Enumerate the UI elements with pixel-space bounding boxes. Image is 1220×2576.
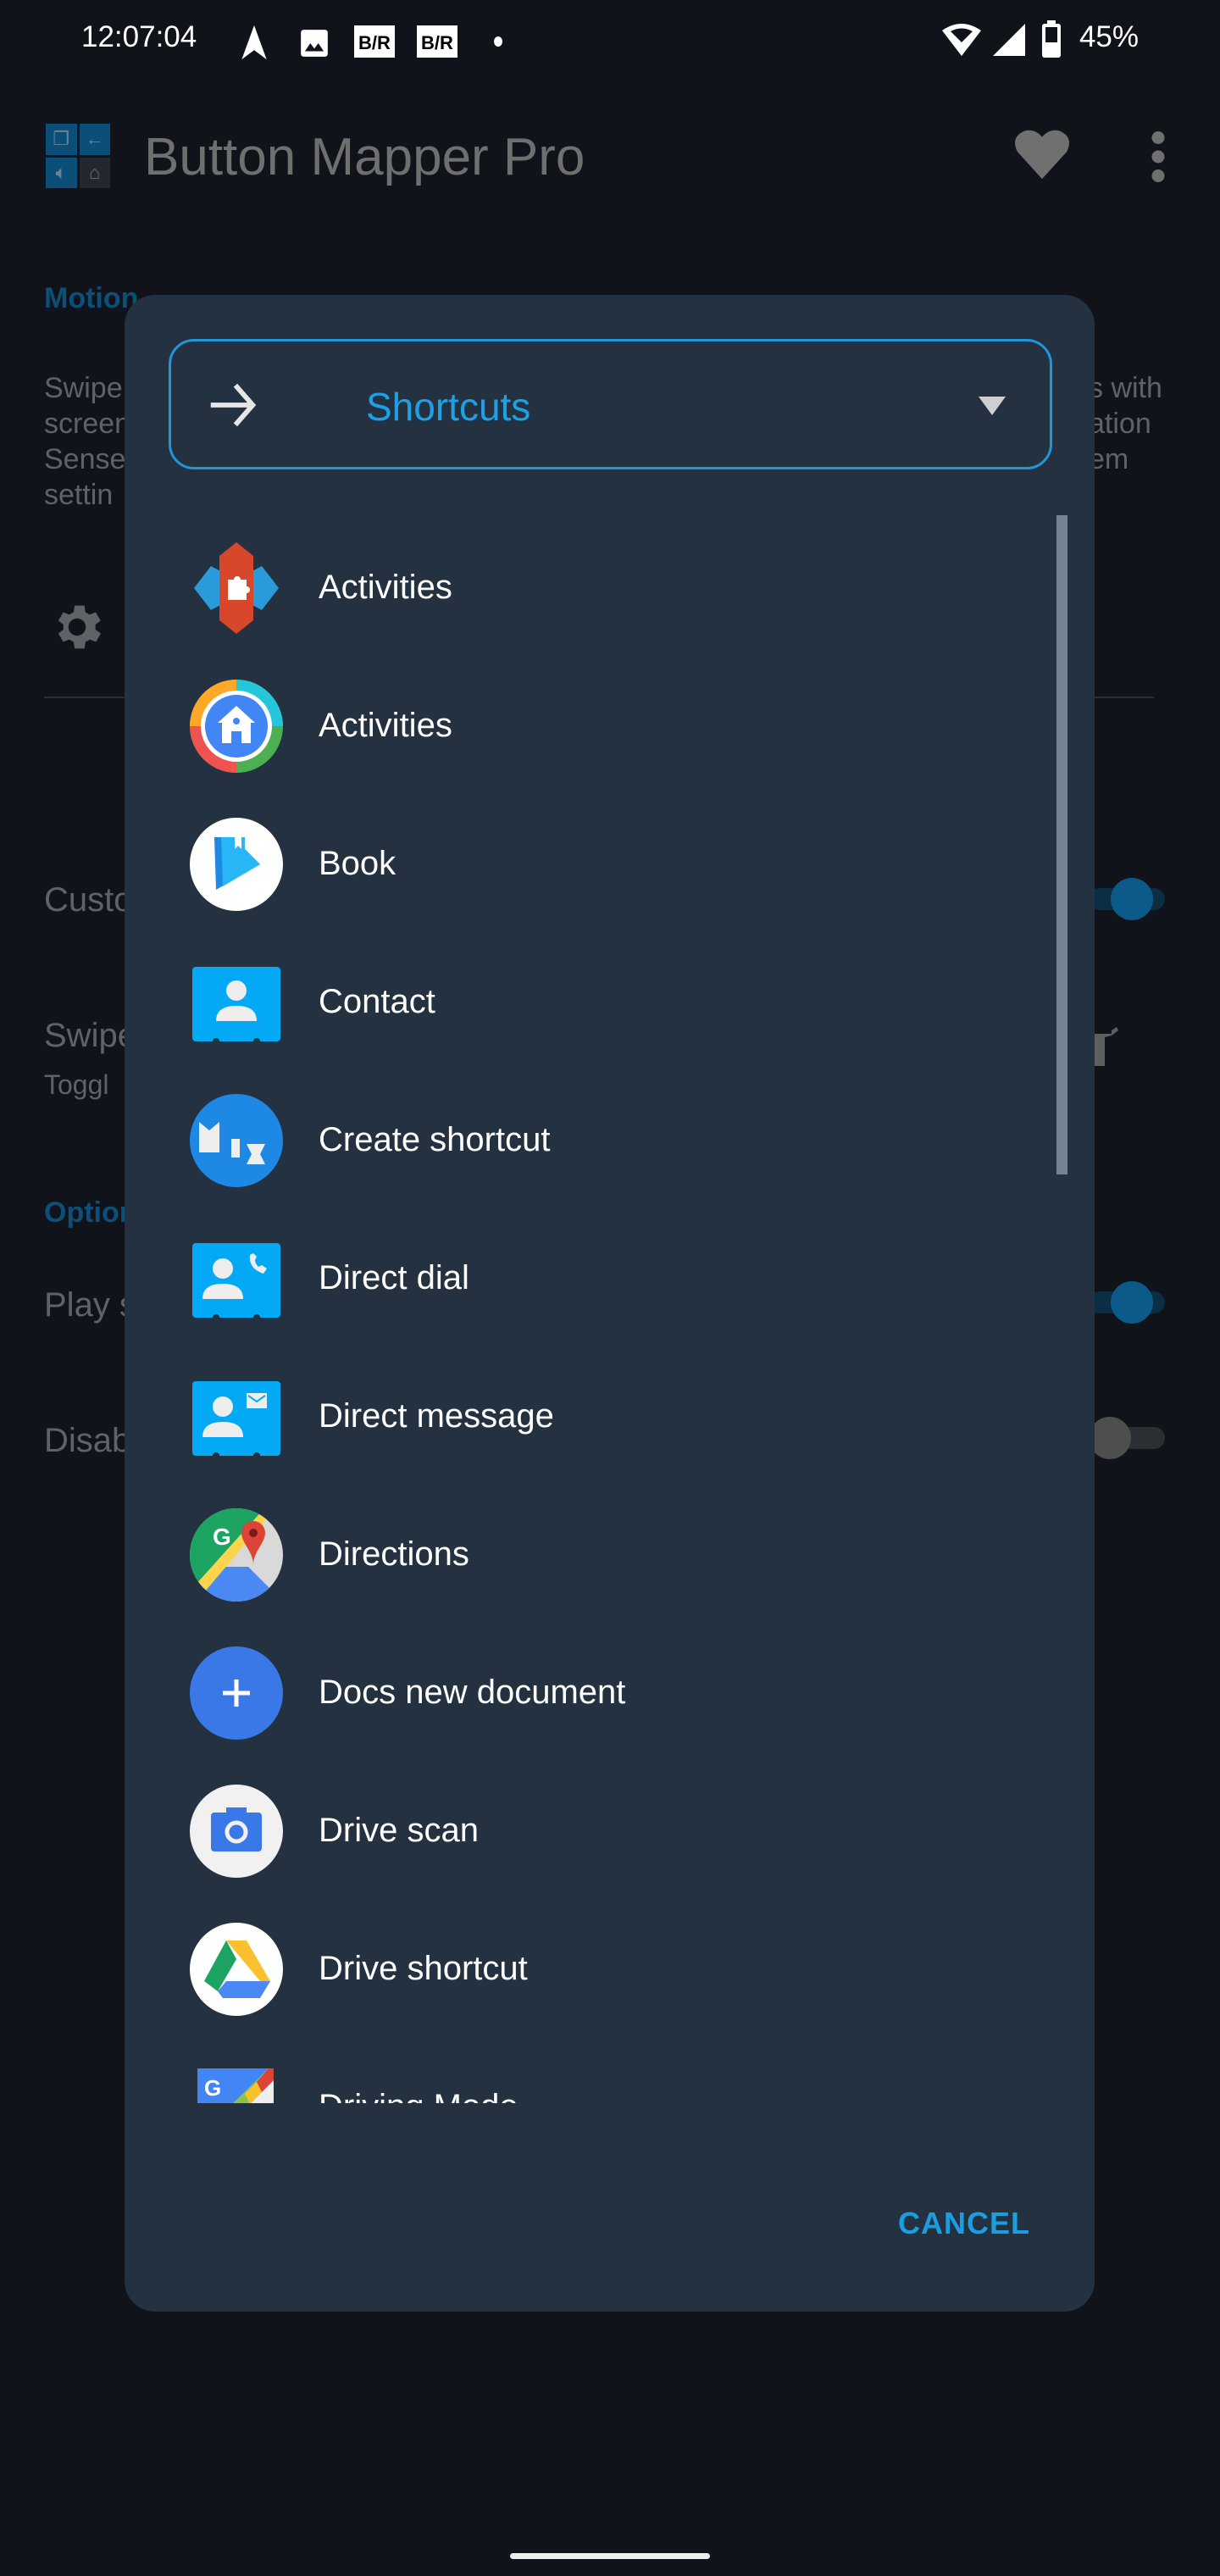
status-bar: 12:07:04 B/R B/R 45% [0,0,1220,81]
item-label: Book [319,845,396,882]
shortcut-list: Activities Activities Book Contact Creat… [125,519,1095,2103]
list-item[interactable]: Book [125,795,1048,933]
br-app-icon: B/R [417,25,458,58]
shortcut-picker-dialog: Shortcuts Activities Activities Book Con… [125,295,1095,2312]
toggle-knob [1111,878,1153,920]
item-label: Activities [319,569,452,606]
svg-text:B/R: B/R [421,32,453,53]
toggle-knob [1089,1417,1131,1459]
disable-toggle[interactable] [1089,1417,1165,1459]
google-drive-icon [190,1922,283,2016]
back-arrow-icon: ← [79,124,110,155]
battery-percent: 45% [1079,20,1139,53]
battery-icon [1042,20,1061,58]
custom-toggle[interactable] [1089,878,1165,920]
list-item[interactable]: Direct message [125,1347,1048,1485]
swipe-setting-sub: Toggl [44,1069,109,1100]
item-label: Direct dial [319,1259,469,1296]
list-item[interactable]: Activities [125,657,1048,795]
contact-card-icon [192,966,280,1045]
desc-line: em [1089,443,1129,475]
favorite-heart-icon[interactable] [1012,127,1072,181]
list-item[interactable]: G Directions [125,1485,1048,1624]
list-item[interactable]: Create shortcut [125,1071,1048,1209]
section-options: Option [44,1196,137,1229]
item-label: Drive shortcut [319,1950,528,1987]
action-launcher-icon [190,679,283,773]
navigation-arrow-icon [241,25,267,60]
wifi-icon [942,24,981,56]
item-label: Activities [319,707,452,744]
list-item[interactable]: Drive scan [125,1762,1048,1900]
list-scrollbar[interactable] [1056,515,1068,1174]
drive-scan-icon [190,1784,283,1878]
desc-line: Swipe [44,372,123,404]
list-item[interactable]: G Driving Mode [125,2038,1048,2103]
nova-launcher-icon [194,541,279,634]
play-sound-label: Play s [44,1286,136,1324]
driving-mode-icon: G [197,2068,274,2103]
more-options-icon[interactable] [1148,131,1168,182]
gear-icon[interactable] [47,597,107,657]
motion-description-right: s with ation em [1089,370,1162,477]
item-label: Driving Mode [319,2088,518,2103]
item-label: Direct message [319,1397,554,1435]
home-icon: ⌂ [79,157,110,188]
dropdown-caret-icon [979,397,1006,415]
swipe-setting-label: Swipe [44,1017,136,1054]
docs-new-icon [190,1646,283,1740]
list-item[interactable]: Direct dial [125,1209,1048,1347]
direct-message-icon [192,1380,280,1459]
desc-line: screen [44,408,131,440]
desc-line: s with [1089,372,1162,404]
br-app-icon: B/R [354,25,395,58]
svg-text:G: G [204,2075,221,2101]
gesture-nav-handle[interactable] [510,2553,710,2559]
section-motion: Motion [44,282,139,314]
dropdown-selected-value: Shortcuts [366,385,531,429]
svg-text:G: G [213,1524,231,1550]
direct-dial-icon [192,1242,280,1321]
recents-icon: ❐ [46,124,77,155]
disable-label: Disab [44,1422,131,1459]
svg-text:B/R: B/R [358,32,391,53]
desc-line: settin [44,479,114,511]
motion-description: Swipe screen Sense settin [44,370,130,513]
desc-line: Sense [44,443,126,475]
app-title: Button Mapper Pro [144,128,585,186]
gallery-icon [301,30,328,57]
list-item[interactable]: Drive shortcut [125,1900,1048,2038]
item-label: Docs new document [319,1674,626,1711]
custom-setting-label: Custo [44,881,133,919]
volume-icon: 🔈︎ [46,157,77,188]
app-logo-icon: ❐ ← 🔈︎ ⌂ [46,124,110,188]
play-sound-toggle[interactable] [1089,1281,1165,1324]
category-dropdown[interactable]: Shortcuts [169,339,1052,469]
desc-line: ation [1089,408,1151,440]
google-maps-icon: G [190,1507,283,1602]
cancel-button[interactable]: CANCEL [898,2206,1030,2241]
status-time: 12:07:04 [81,20,197,53]
list-item[interactable]: Docs new document [125,1624,1048,1762]
create-shortcut-icon [190,1093,283,1187]
cell-signal-icon [993,24,1025,56]
item-label: Contact [319,983,435,1020]
dot-icon [494,36,502,47]
toggle-knob [1111,1281,1153,1324]
play-books-icon [190,817,283,911]
item-label: Create shortcut [319,1121,551,1158]
list-item[interactable]: Activities [125,519,1048,657]
item-label: Directions [319,1535,469,1573]
list-item[interactable]: Contact [125,933,1048,1071]
arrow-right-icon [210,383,257,427]
swipe-gesture-icon [1093,1027,1118,1066]
item-label: Drive scan [319,1812,479,1849]
